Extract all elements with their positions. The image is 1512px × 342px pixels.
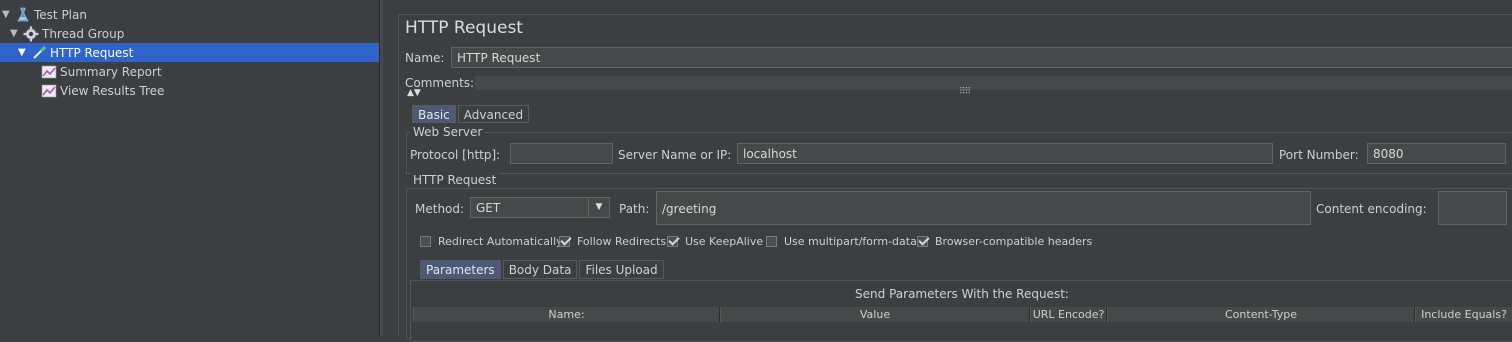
checkbox-box[interactable] (420, 236, 431, 247)
checkbox-label: Follow Redirects (577, 235, 667, 248)
path-input[interactable]: /greeting (656, 191, 1311, 225)
tree-item-thread-group[interactable]: ▼ Thread Group (10, 24, 124, 43)
port-number-label: Port Number: (1279, 148, 1359, 162)
parameters-table-header: Name: Value URL Encode? Content-Type Inc… (413, 307, 1512, 322)
name-label: Name: (405, 51, 445, 65)
use-keepalive-checkbox[interactable]: Use KeepAlive (667, 235, 763, 248)
split-pane-divider[interactable] (380, 0, 383, 336)
checkbox-box[interactable] (667, 236, 678, 247)
chart-icon (41, 83, 57, 99)
port-number-input[interactable]: 8080 (1367, 143, 1506, 164)
checkbox-label: Browser-compatible headers (935, 235, 1093, 248)
tree-item-test-plan[interactable]: ▼ Test Plan (2, 5, 87, 24)
tree-item-view-results-tree[interactable]: View Results Tree (40, 81, 164, 100)
chevron-down-icon[interactable]: ▼ (588, 198, 609, 217)
method-label: Method: (415, 202, 465, 216)
column-header-include-equals[interactable]: Include Equals? (1415, 307, 1512, 322)
tree-item-summary-report[interactable]: Summary Report (40, 62, 162, 81)
tree-item-label: Test Plan (34, 7, 87, 22)
path-label: Path: (619, 202, 650, 216)
tree-item-label: Thread Group (42, 26, 125, 41)
comments-field[interactable] (475, 76, 1512, 90)
basic-advanced-tabs: Basic Advanced (412, 105, 531, 123)
server-name-input[interactable]: localhost (737, 143, 1273, 164)
checkbox-label: Use KeepAlive (685, 235, 764, 248)
method-select[interactable]: GET ▼ (470, 197, 610, 218)
expand-arrow-icon[interactable]: ▼ (2, 9, 14, 20)
http-request-panel: HTTP Request Name: HTTP Request Comments… (398, 14, 1512, 342)
tab-advanced[interactable]: Advanced (457, 105, 530, 123)
tab-parameters[interactable]: Parameters (420, 260, 501, 279)
tab-basic[interactable]: Basic (412, 105, 456, 123)
column-header-name[interactable]: Name: (413, 307, 720, 322)
content-encoding-input[interactable] (1438, 191, 1507, 225)
grip-icon[interactable]: ⠿⠿ (959, 87, 971, 97)
parameters-table-panel: Send Parameters With the Request: Name: … (410, 280, 1512, 342)
expand-arrow-icon[interactable]: ▼ (10, 28, 22, 39)
collapse-bar: ▲▼ ⠿⠿ (399, 87, 1512, 99)
content-encoding-label: Content encoding: (1316, 202, 1427, 216)
parameter-tabs: Parameters Body Data Files Upload (420, 260, 666, 279)
column-header-content-type[interactable]: Content-Type (1107, 307, 1415, 322)
chart-icon (41, 64, 57, 80)
protocol-input[interactable] (510, 143, 613, 164)
web-server-title: Web Server (410, 125, 486, 139)
pipette-icon (31, 45, 47, 61)
column-header-url-encode[interactable]: URL Encode? (1030, 307, 1107, 322)
name-field[interactable]: HTTP Request (451, 47, 1512, 68)
collapse-arrows-icon[interactable]: ▲▼ (407, 88, 421, 98)
redirect-automatically-checkbox[interactable]: Redirect Automatically (420, 235, 563, 248)
method-value: GET (476, 201, 501, 215)
page-title: HTTP Request (405, 18, 523, 38)
browser-compatible-headers-checkbox[interactable]: Browser-compatible headers (917, 235, 1092, 248)
tree-item-label: View Results Tree (60, 83, 165, 98)
tree-item-http-request[interactable]: ▼ HTTP Request (0, 43, 379, 62)
tree-item-label: Summary Report (60, 64, 162, 79)
expand-arrow-icon[interactable]: ▼ (18, 47, 30, 58)
tab-body-data[interactable]: Body Data (502, 260, 578, 279)
gear-icon (23, 26, 39, 42)
test-plan-icon (15, 7, 31, 23)
tab-files-upload[interactable]: Files Upload (579, 260, 664, 279)
follow-redirects-checkbox[interactable]: Follow Redirects (559, 235, 666, 248)
checkbox-label: Redirect Automatically (438, 235, 563, 248)
checkbox-box[interactable] (917, 236, 928, 247)
column-header-value[interactable]: Value (720, 307, 1030, 322)
protocol-label: Protocol [http]: (410, 148, 501, 162)
tree-item-label: HTTP Request (50, 45, 134, 60)
http-request-group-title: HTTP Request (410, 173, 500, 187)
server-name-label: Server Name or IP: (618, 148, 732, 162)
use-multipart-checkbox[interactable]: Use multipart/form-data (766, 235, 917, 248)
checkbox-label: Use multipart/form-data (784, 235, 917, 248)
parameters-heading: Send Parameters With the Request: (855, 287, 1069, 301)
checkbox-box[interactable] (559, 236, 570, 247)
test-plan-tree: ▼ Test Plan ▼ Thread Group ▼ HTTP Reques… (0, 0, 380, 336)
checkbox-box[interactable] (766, 236, 777, 247)
